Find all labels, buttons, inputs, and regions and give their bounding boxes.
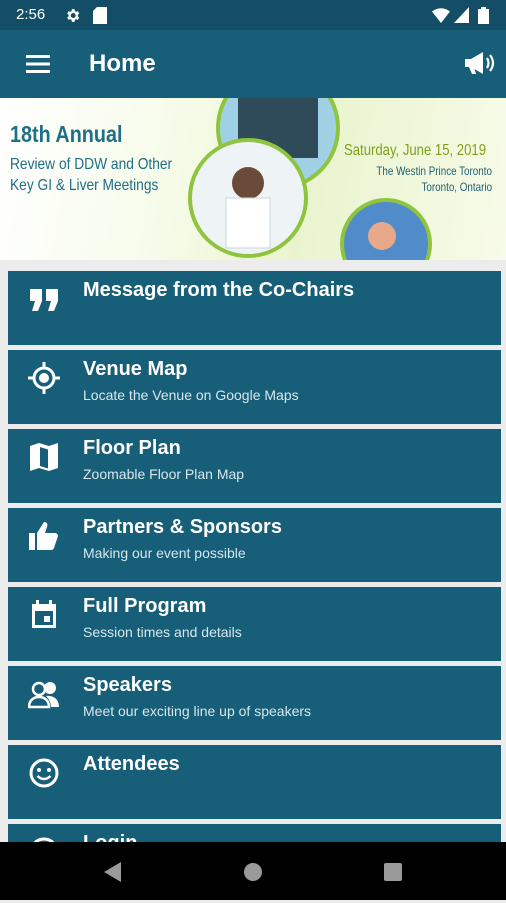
status-bar: 2:56 [0,0,506,30]
sd-card-icon [93,7,107,24]
recent-apps-square-icon[interactable] [380,859,406,885]
settings-gear-icon [67,9,80,22]
people-icon [28,681,59,709]
event-banner: 18th Annual Review of DDW and Other Key … [0,98,506,260]
menu-item-full-program[interactable]: Full Program Session times and details [8,587,501,661]
wifi-icon [432,8,450,23]
location-target-icon [28,362,60,394]
menu-item-subtitle: Locate the Venue on Google Maps [83,387,299,403]
banner-venue-line2: Toronto, Ontario [421,180,492,194]
quote-icon [30,289,58,311]
menu-item-title: Speakers [83,674,172,696]
back-triangle-icon[interactable] [100,859,126,885]
menu-item-venue-map[interactable]: Venue Map Locate the Venue on Google Map… [8,350,501,424]
app-bar: Home [0,30,506,98]
menu-item-title: Venue Map [83,358,188,380]
map-icon [30,443,58,471]
status-time: 2:56 [16,6,46,23]
menu-item-message-from-co-chairs[interactable]: Message from the Co-Chairs [8,271,501,345]
hamburger-menu-icon[interactable] [24,51,54,77]
page-title: Home [89,50,156,77]
menu-item-subtitle: Zoomable Floor Plan Map [83,466,245,482]
banner-surgery-photo [340,198,432,260]
home-circle-icon[interactable] [240,859,266,885]
system-navigation-bar [0,842,506,900]
menu-item-subtitle: Session times and details [83,624,242,640]
calendar-icon [32,600,56,628]
menu-item-attendees[interactable]: Attendees [8,745,501,819]
cell-signal-icon [454,7,469,23]
thumbs-up-icon [29,522,58,550]
megaphone-icon[interactable] [462,48,496,78]
banner-subtitle-line1: Review of DDW and Other [10,156,173,173]
banner-photos-collage [188,98,340,258]
banner-venue-line1: The Westin Prince Toronto [376,164,492,178]
battery-icon [478,7,489,24]
menu-item-subtitle: Meet our exciting line up of speakers [83,703,312,719]
banner-date: Saturday, June 15, 2019 [344,142,487,159]
menu-item-floor-plan[interactable]: Floor Plan Zoomable Floor Plan Map [8,429,501,503]
smiley-face-icon [29,758,59,788]
menu-item-speakers[interactable]: Speakers Meet our exciting line up of sp… [8,666,501,740]
menu-item-partners-sponsors[interactable]: Partners & Sponsors Making our event pos… [8,508,501,582]
banner-subtitle-line2: Key GI & Liver Meetings [10,177,159,194]
menu-item-subtitle: Making our event possible [83,545,246,561]
menu-item-title: Floor Plan [83,437,181,459]
home-menu-list: Message from the Co-Chairs Venue Map Loc… [8,271,501,903]
menu-item-title: Full Program [83,595,207,617]
menu-item-title: Partners & Sponsors [83,516,282,538]
menu-item-title: Attendees [83,753,180,775]
banner-title: 18th Annual [10,121,123,147]
menu-item-title: Message from the Co-Chairs [83,279,355,301]
